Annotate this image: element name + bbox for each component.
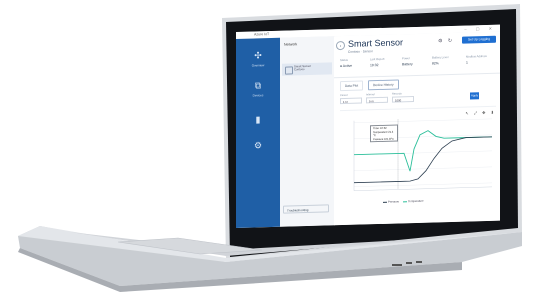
rail-label-overview: Overview (251, 63, 265, 68)
stat-power: Power Battery (402, 56, 413, 72)
stat-status: Status ● Active (340, 58, 352, 74)
app-name: Azure IoT (254, 32, 270, 37)
tab-data-plot[interactable]: Data Plot (340, 80, 364, 92)
troubleshooting-button[interactable]: Troubleshooting (283, 204, 329, 214)
divider (334, 72, 500, 79)
setup-logging-button[interactable]: Set Up Logging (462, 35, 496, 44)
sensor-chart: ↖ ⤢ ✥ ⬇ Time: 10:32 Temperature 21.4 °C … (340, 105, 496, 210)
stat-modbus: Modbus Address 1 (466, 54, 487, 71)
window-controls[interactable]: – ▢ ✕ (464, 26, 496, 32)
apply-button[interactable]: Apply (470, 92, 479, 100)
device-sub: Contoso (294, 67, 305, 72)
control-key: Interval (366, 93, 375, 97)
device-list-panel: Network Smart Sensor Contoso Troubleshoo… (280, 36, 335, 227)
page-title: Smart Sensor (348, 37, 404, 49)
legend-label: Temperature (407, 198, 424, 204)
chart-tooltip: Time: 10:32 Temperature 21.4 °C Pressure… (370, 124, 398, 143)
legend-swatch-temperature (402, 200, 407, 203)
x-axis (354, 186, 492, 191)
troubleshooting-label: Troubleshooting (287, 207, 309, 213)
stat-value: ● Active (340, 63, 353, 69)
device-icon (285, 66, 293, 75)
tooltip-pressure: Pressure 101 kPa (373, 137, 394, 141)
pressure-series (354, 136, 492, 184)
control-value[interactable]: 1 hr (340, 97, 362, 105)
control-value[interactable]: 5 m (366, 96, 388, 104)
records-control[interactable]: Records 1000 (392, 92, 414, 103)
tab-device-history[interactable]: Device History (368, 79, 399, 91)
stat-key: Last Report (370, 56, 385, 62)
device-detail: ‹ Smart Sensor Contoso · Sensor ⚙ ↻ Set … (334, 31, 500, 226)
chart-svg (353, 118, 492, 191)
stat-key: Power (402, 56, 410, 61)
stat-battery: Battery Level 82% (432, 55, 448, 71)
period-control[interactable]: Period 1 hr (340, 93, 362, 105)
stat-key: Status (340, 57, 348, 63)
control-value[interactable]: 1000 (392, 96, 414, 103)
legend-swatch-pressure (383, 201, 387, 203)
stat-key: Modbus Address (466, 53, 487, 59)
laptop-screen: Azure IoT – ▢ ✕ ✣ Overview ⧉ Devices ▮ ⚙… (236, 24, 500, 229)
device-list-item[interactable]: Smart Sensor Contoso (282, 62, 332, 76)
interval-control[interactable]: Interval 5 m (366, 93, 388, 104)
plot-controls: Period 1 hr Interval 5 m Records 1000 Ap… (340, 90, 496, 106)
stat-key: Battery Level (432, 55, 449, 60)
page-subtitle: Contoso · Sensor (348, 49, 373, 54)
stat-value: 82% (432, 61, 439, 66)
rail-label-devices: Devices (252, 93, 264, 98)
stat-value: 1 (466, 60, 468, 65)
header-icons[interactable]: ⚙ ↻ (438, 38, 454, 44)
network-icon[interactable]: ✣ (251, 48, 265, 62)
nav-rail: ✣ Overview ⧉ Devices ▮ ⚙ (236, 37, 280, 229)
stat-last-report: Last Report 10:32 (370, 57, 384, 73)
sensor-icon[interactable]: ▮ (251, 112, 265, 126)
app-window: Azure IoT – ▢ ✕ ✣ Overview ⧉ Devices ▮ ⚙… (236, 24, 500, 229)
device-list-header: Network (284, 42, 298, 47)
settings-icon[interactable]: ⚙ (251, 138, 265, 152)
folder-icon[interactable]: ⧉ (251, 78, 265, 92)
back-icon[interactable]: ‹ (336, 40, 345, 51)
stat-value: 10:32 (370, 63, 379, 68)
legend-label: Pressure (388, 199, 400, 204)
stat-value: Battery (402, 62, 413, 67)
